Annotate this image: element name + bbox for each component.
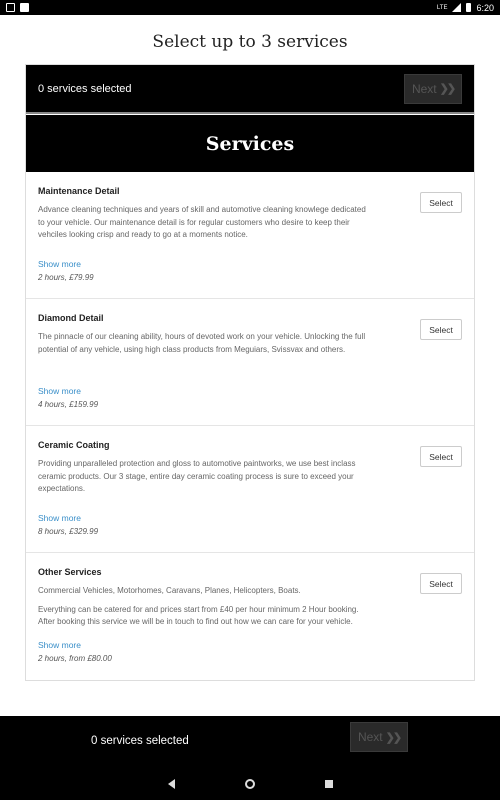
service-description-text: Providing unparalleled protection and gl… — [38, 459, 356, 493]
service-name: Other Services — [38, 567, 102, 577]
service-description: Commercial Vehicles, Motorhomes, Caravan… — [38, 585, 368, 629]
service-description-text: The pinnacle of our cleaning ability, ho… — [38, 332, 366, 354]
page-title: Select up to 3 services — [152, 32, 348, 52]
bottom-selected-count: 0 services selected — [91, 735, 189, 747]
back-icon[interactable] — [167, 779, 175, 789]
service-item-diamond: Diamond Detail The pinnacle of our clean… — [26, 299, 474, 426]
show-more-link[interactable]: Show more — [38, 386, 81, 396]
next-label: Next — [411, 81, 437, 96]
battery-icon — [466, 3, 472, 12]
service-description-text: Commercial Vehicles, Motorhomes, Caravan… — [38, 586, 301, 595]
service-duration-price: 4 hours, £159.99 — [38, 400, 99, 409]
show-more-link[interactable]: Show more — [38, 259, 81, 269]
select-button[interactable]: Select — [420, 573, 462, 594]
sd-card-icon — [20, 3, 29, 12]
service-name: Diamond Detail — [38, 313, 104, 323]
services-header: Services — [26, 114, 474, 172]
service-name: Maintenance Detail — [38, 186, 120, 196]
double-chevron-right-icon: ❯❯ — [439, 83, 457, 95]
service-item-ceramic: Ceramic Coating Providing unparalleled p… — [26, 426, 474, 553]
service-item-other: Other Services Commercial Vehicles, Moto… — [26, 553, 474, 680]
bottom-next-button[interactable]: Next ❯❯ — [350, 722, 408, 752]
show-more-link[interactable]: Show more — [38, 513, 81, 523]
next-label: Next — [357, 730, 383, 744]
service-name: Ceramic Coating — [38, 440, 110, 450]
service-description-text: Everything can be catered for and prices… — [38, 604, 359, 627]
next-button[interactable]: Next ❯❯ — [404, 73, 462, 104]
recent-apps-icon[interactable] — [324, 780, 333, 788]
signal-icon — [452, 3, 462, 12]
services-card: 0 services selected Next ❯❯ Services Mai… — [25, 64, 475, 681]
select-button[interactable]: Select — [420, 446, 462, 467]
service-duration-price: 2 hours, from £80.00 — [38, 654, 112, 663]
lte-indicator: LTE — [436, 4, 448, 11]
status-right: LTE 6:20 — [437, 3, 494, 13]
double-chevron-right-icon: ❯❯ — [385, 731, 403, 744]
selection-bar: 0 services selected Next ❯❯ — [26, 65, 474, 114]
status-left — [6, 3, 29, 12]
home-icon[interactable] — [244, 779, 255, 789]
status-bar: LTE 6:20 — [0, 0, 500, 15]
service-description: Providing unparalleled protection and gl… — [38, 458, 368, 496]
select-button[interactable]: Select — [420, 319, 462, 340]
bottom-bar: 0 services selected Next ❯❯ — [0, 716, 500, 800]
services-heading: Services — [205, 132, 295, 155]
service-description: Advance cleaning techniques and years of… — [38, 204, 368, 242]
selected-count: 0 services selected — [38, 82, 132, 95]
select-button[interactable]: Select — [420, 192, 462, 213]
service-description: The pinnacle of our cleaning ability, ho… — [38, 331, 368, 356]
notification-icon — [6, 3, 15, 12]
service-item-maintenance: Maintenance Detail Advance cleaning tech… — [26, 172, 474, 299]
service-duration-price: 8 hours, £329.99 — [38, 527, 99, 536]
clock: 6:20 — [476, 2, 494, 13]
service-duration-price: 2 hours, £79.99 — [38, 273, 94, 282]
service-description-text: Advance cleaning techniques and years of… — [38, 205, 366, 239]
show-more-link[interactable]: Show more — [38, 640, 81, 650]
system-nav-bar — [0, 768, 500, 800]
